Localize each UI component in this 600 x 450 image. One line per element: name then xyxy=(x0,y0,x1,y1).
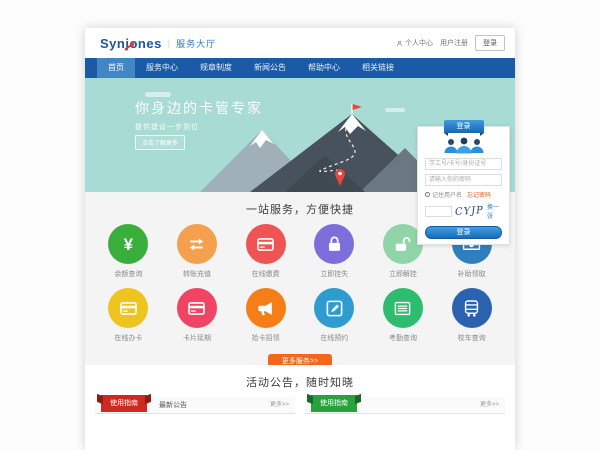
personal-center-link[interactable]: 个人中心 xyxy=(396,38,433,48)
nav-item-3[interactable]: 新闻公告 xyxy=(243,58,297,78)
list-icon[interactable] xyxy=(383,288,423,328)
guide-panel-2: 使用指南 更多>> xyxy=(305,397,505,414)
service-item-3[interactable]: 立即挂失 xyxy=(300,224,369,279)
nav-item-2[interactable]: 规章制度 xyxy=(189,58,243,78)
guide-tab-2[interactable]: 使用指南 xyxy=(311,395,357,412)
service-label: 余额查询 xyxy=(114,269,142,279)
browser-page: Synjones | 服务大厅 个人中心 用户注册 登录 首页服务中心规章制度新… xyxy=(85,28,515,450)
service-label: 在线缴费 xyxy=(252,269,280,279)
remember-checkbox[interactable] xyxy=(425,192,430,197)
user-icon xyxy=(396,40,403,47)
announcement-panels: 使用指南 最新公告 更多>> 使用指南 更多>> xyxy=(85,397,515,414)
desktop-background: Synjones | 服务大厅 个人中心 用户注册 登录 首页服务中心规章制度新… xyxy=(0,0,600,450)
personal-center-label: 个人中心 xyxy=(405,38,433,48)
register-link[interactable]: 用户注册 xyxy=(440,38,468,48)
username-input[interactable] xyxy=(425,158,502,170)
lock-icon[interactable] xyxy=(314,224,354,264)
remember-label: 记住用户名 xyxy=(432,190,462,199)
service-label: 转账充值 xyxy=(183,269,211,279)
captcha-row: CYJP 换一张 xyxy=(425,202,502,220)
announcements-section: 活动公告，随时知晓 使用指南 最新公告 更多>> 使用指南 更多>> xyxy=(85,365,515,414)
service-label: 校车查询 xyxy=(458,333,486,343)
guide-tab[interactable]: 使用指南 xyxy=(101,395,147,412)
service-label: 在线办卡 xyxy=(114,333,142,343)
service-label: 拾卡招领 xyxy=(252,333,280,343)
guide-more-link[interactable]: 更多>> xyxy=(270,397,289,414)
logo[interactable]: Synjones | 服务大厅 xyxy=(100,28,216,58)
service-label: 补助领取 xyxy=(458,269,486,279)
megaphone-icon[interactable] xyxy=(246,288,286,328)
users-avatar-icon xyxy=(442,137,486,154)
nav-item-5[interactable]: 相关链接 xyxy=(351,58,405,78)
service-item-2[interactable]: 在线缴费 xyxy=(231,224,300,279)
bus-icon[interactable] xyxy=(452,288,492,328)
service-label: 在线预约 xyxy=(320,333,348,343)
service-item-9[interactable]: 在线预约 xyxy=(300,288,369,343)
register-label: 用户注册 xyxy=(440,38,468,48)
login-panel: 登录 记住用户名 忘记密码 CYJP 换一张 登录 xyxy=(417,126,510,245)
service-label: 立即解挂 xyxy=(389,269,417,279)
nav-item-0[interactable]: 首页 xyxy=(97,58,135,78)
guide-more-link-2[interactable]: 更多>> xyxy=(480,397,499,414)
yuan-icon[interactable]: ¥ xyxy=(108,224,148,264)
latest-news-tab[interactable]: 最新公告 xyxy=(159,397,187,414)
logo-divider: | xyxy=(168,38,170,48)
service-label: 立即挂失 xyxy=(320,269,348,279)
main-nav: 首页服务中心规章制度新闻公告帮助中心相关链接 xyxy=(85,58,515,78)
header-login-button[interactable]: 登录 xyxy=(475,35,505,51)
service-item-10[interactable]: 考勤查询 xyxy=(369,288,438,343)
captcha-image[interactable]: CYJP xyxy=(455,205,485,218)
login-tab[interactable]: 登录 xyxy=(444,120,484,133)
hero-more-button[interactable]: 点击了解更多 xyxy=(135,135,185,150)
service-label: 卡片延期 xyxy=(183,333,211,343)
service-item-0[interactable]: ¥ 余额查询 xyxy=(94,224,163,279)
card-icon[interactable] xyxy=(177,288,217,328)
card-icon[interactable] xyxy=(246,224,286,264)
login-submit-button[interactable]: 登录 xyxy=(425,226,502,239)
header-links: 个人中心 用户注册 登录 xyxy=(396,28,505,58)
service-item-1[interactable]: 转账充值 xyxy=(163,224,232,279)
hero-title: 你身边的卡管专家 xyxy=(135,98,263,118)
captcha-input[interactable] xyxy=(425,206,452,217)
hero-banner: 你身边的卡管专家 提供建设一步到位 点击了解更多 登录 记住用户名 忘记密码 xyxy=(85,78,515,192)
nav-item-4[interactable]: 帮助中心 xyxy=(297,58,351,78)
service-item-6[interactable]: 在线办卡 xyxy=(94,288,163,343)
forgot-password-link[interactable]: 忘记密码 xyxy=(467,190,491,199)
logo-subtitle: 服务大厅 xyxy=(176,37,216,50)
transfer-icon[interactable] xyxy=(177,224,217,264)
remember-row: 记住用户名 忘记密码 xyxy=(425,190,502,199)
service-item-7[interactable]: 卡片延期 xyxy=(163,288,232,343)
edit-icon[interactable] xyxy=(314,288,354,328)
guide-panel: 使用指南 最新公告 更多>> xyxy=(95,397,295,414)
service-label: 考勤查询 xyxy=(389,333,417,343)
captcha-refresh-link[interactable]: 换一张 xyxy=(487,202,502,220)
nav-item-1[interactable]: 服务中心 xyxy=(135,58,189,78)
service-item-8[interactable]: 拾卡招领 xyxy=(231,288,300,343)
card-icon[interactable] xyxy=(108,288,148,328)
service-item-11[interactable]: 校车查询 xyxy=(437,288,506,343)
password-input[interactable] xyxy=(425,174,502,186)
cloud-shape xyxy=(145,92,171,97)
site-header: Synjones | 服务大厅 个人中心 用户注册 登录 xyxy=(85,28,515,58)
hero-subtitle: 提供建设一步到位 xyxy=(135,122,199,132)
